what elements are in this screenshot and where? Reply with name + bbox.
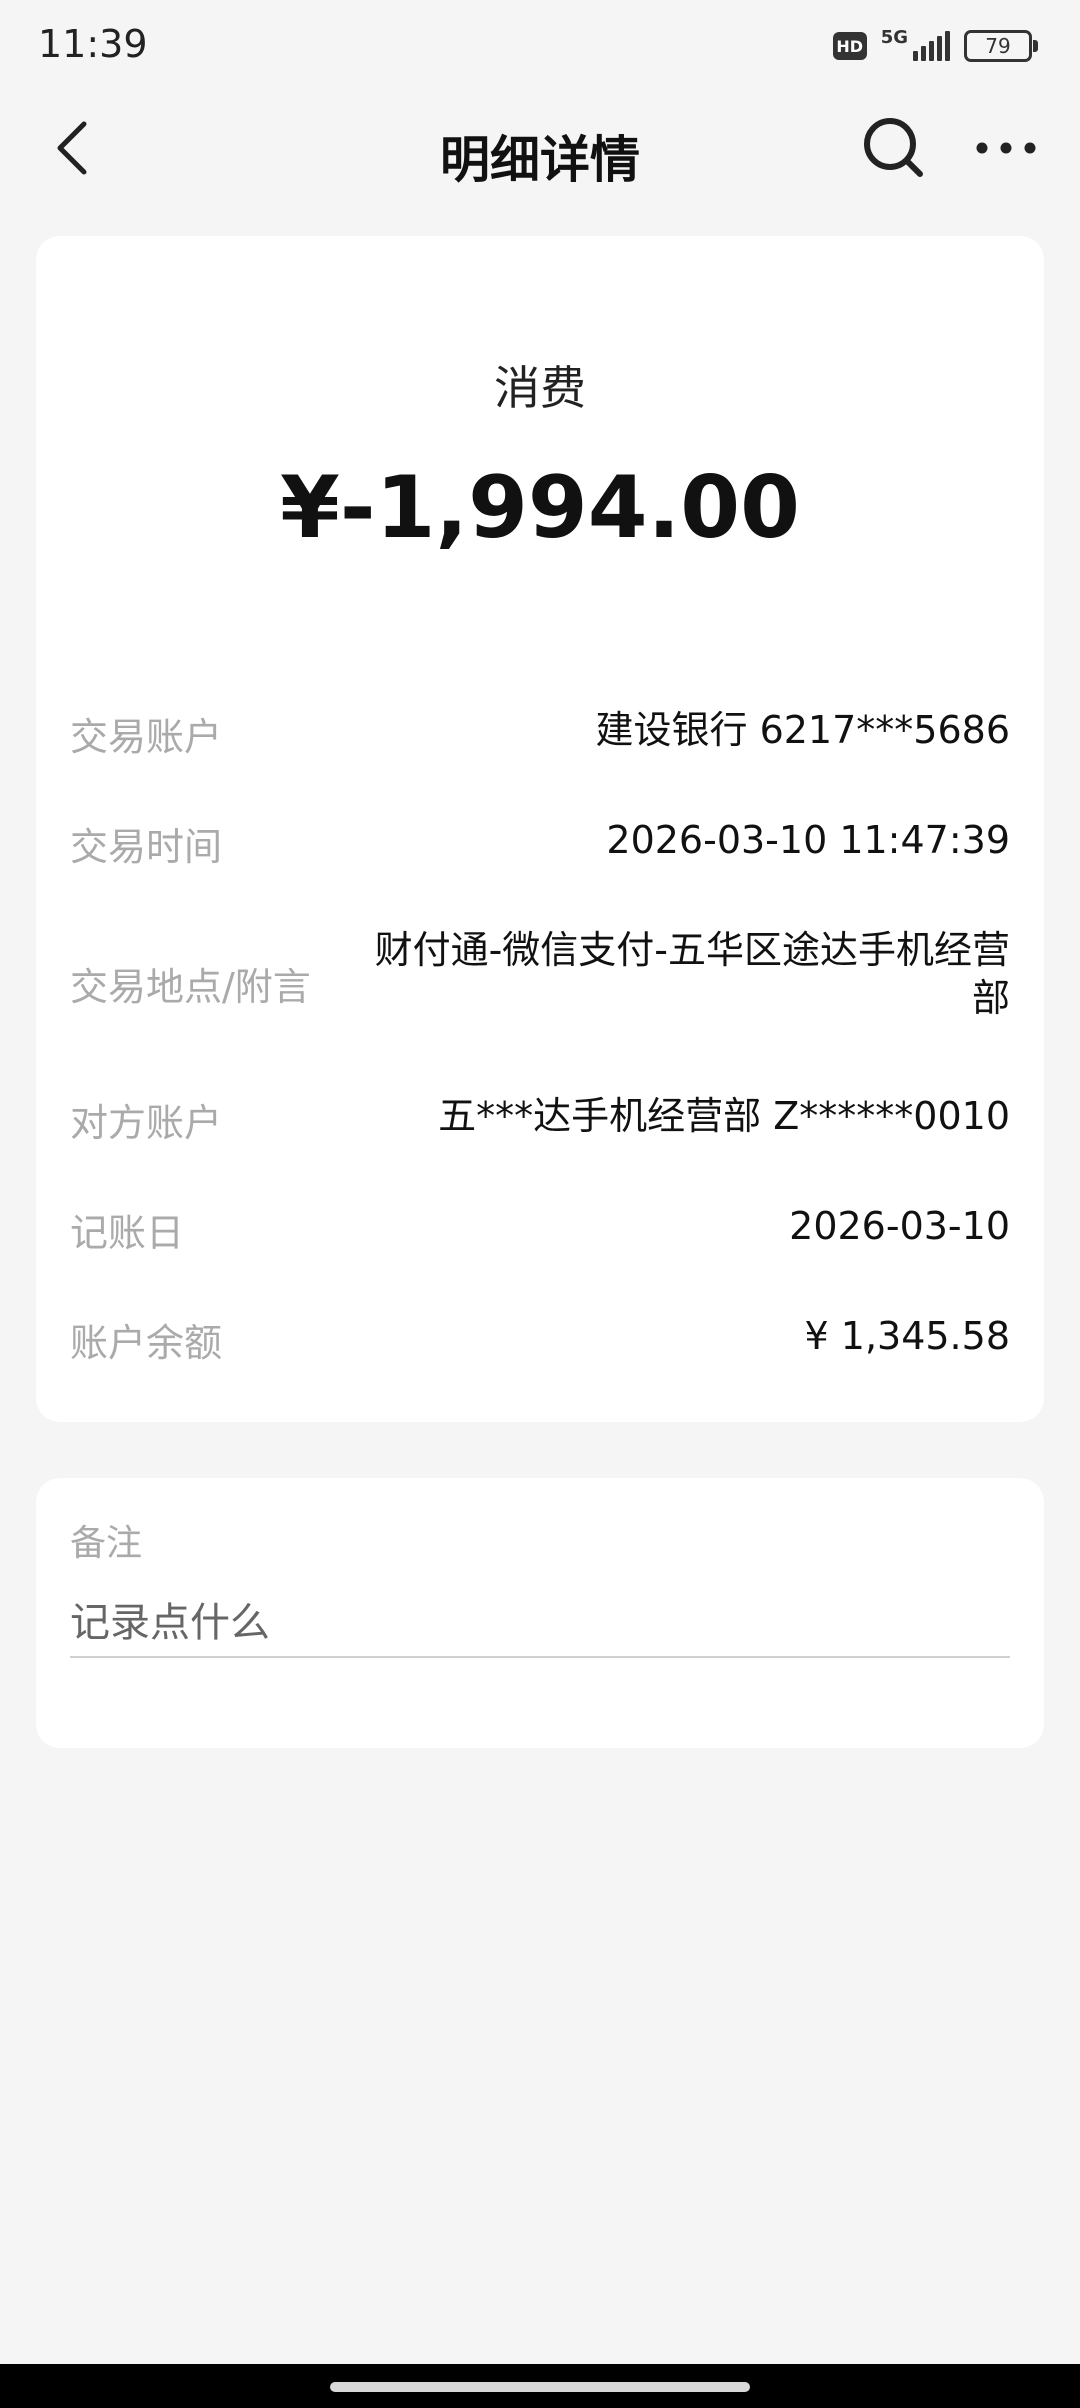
- detail-value: ¥ 1,345.58: [804, 1314, 1010, 1358]
- chevron-left-icon: [57, 121, 87, 175]
- status-bar: 11:39 HD 5G 79: [0, 0, 1080, 96]
- detail-value: 五***达手机经营部 Z******0010: [438, 1094, 1010, 1138]
- transaction-amount: ¥-1,994.00: [280, 458, 800, 558]
- battery-icon: 79: [964, 30, 1038, 62]
- detail-label: 交易账户: [70, 715, 223, 759]
- system-nav-bar: [0, 2364, 1080, 2408]
- detail-label: 交易时间: [70, 825, 223, 869]
- remark-label: 备注: [70, 1523, 143, 1564]
- more-dots-icon: [976, 142, 1036, 154]
- detail-value: 2026-03-10 11:47:39: [606, 818, 1010, 862]
- signal-icon: [910, 31, 950, 61]
- status-icons: HD 5G 79: [832, 27, 1038, 62]
- detail-value: 财付通-微信支付-五华区途达手机经营部: [374, 928, 1010, 1020]
- remark-input[interactable]: [70, 1590, 1010, 1658]
- transaction-card: 消费 ¥-1,994.00 交易账户 建设银行 6217***5686 交易时间…: [36, 236, 1044, 1422]
- detail-value: 建设银行 6217***5686: [595, 708, 1011, 752]
- home-indicator[interactable]: [330, 2382, 750, 2392]
- status-time: 11:39: [38, 22, 148, 66]
- more-button[interactable]: [970, 116, 1042, 180]
- detail-label: 交易地点/附言: [70, 965, 311, 1009]
- detail-label: 记账日: [70, 1211, 185, 1255]
- search-icon: [864, 118, 923, 177]
- search-button[interactable]: [858, 112, 930, 184]
- network-type-label: 5G: [880, 27, 908, 48]
- battery-level: 79: [985, 34, 1011, 58]
- detail-label: 对方账户: [70, 1101, 223, 1145]
- top-nav-bar: 明细详情: [0, 96, 1080, 200]
- transaction-type: 消费: [494, 361, 586, 415]
- detail-label: 账户余额: [70, 1321, 223, 1365]
- hd-icon: HD: [832, 32, 867, 60]
- detail-value: 2026-03-10: [789, 1204, 1010, 1248]
- back-button[interactable]: [46, 116, 110, 180]
- remark-card: 备注: [36, 1478, 1044, 1748]
